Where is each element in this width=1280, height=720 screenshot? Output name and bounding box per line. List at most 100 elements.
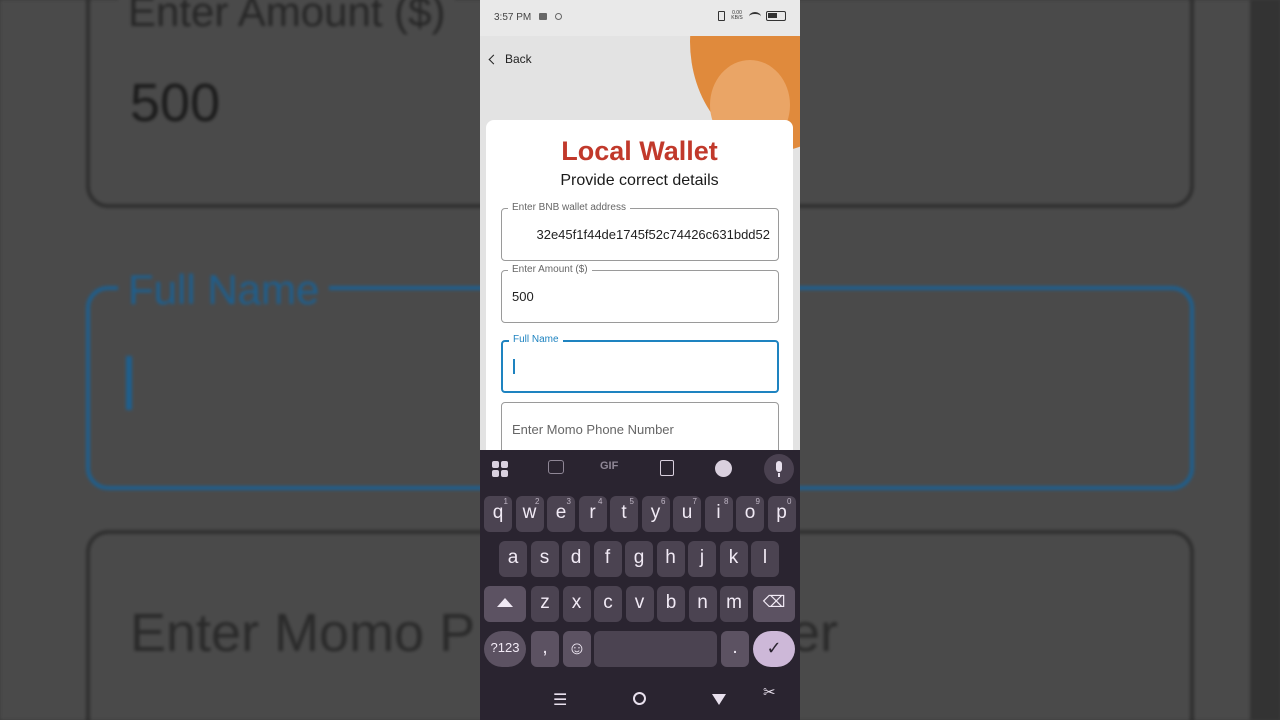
screen: Enter Amount ($) 500 Full Name Enter Mom…: [0, 0, 1280, 720]
back-label: Back: [505, 52, 532, 66]
backspace-key[interactable]: ⌫: [753, 586, 795, 622]
back-button[interactable]: Back: [486, 52, 532, 66]
momo-phone-placeholder: Enter Momo Phone Number: [512, 422, 674, 437]
key-letter: u: [681, 502, 693, 523]
key-v[interactable]: v: [625, 586, 654, 622]
key-p[interactable]: p0: [767, 496, 796, 532]
key-e[interactable]: e3: [547, 496, 575, 532]
bg-amount-value: 500: [130, 73, 221, 133]
key-t[interactable]: t5: [610, 496, 638, 532]
key-letter: r: [589, 502, 596, 523]
full-name-field[interactable]: Full Name: [501, 334, 779, 393]
shift-key[interactable]: [484, 586, 526, 622]
key-number-hint: 5: [629, 497, 634, 506]
key-c[interactable]: c: [594, 586, 622, 622]
system-nav-bar: ☰ ✂: [480, 680, 800, 720]
keyboard-toolbar: GIF: [480, 450, 800, 488]
chevron-left-icon: [488, 54, 499, 64]
status-time: 3:57 PM: [494, 12, 532, 23]
key-g[interactable]: g: [625, 541, 653, 577]
key-letter: o: [744, 502, 756, 523]
status-bar: 3:57 PM 0.00 KB/S: [480, 0, 800, 36]
key-h[interactable]: h: [656, 541, 685, 577]
backspace-icon: ⌫: [762, 594, 786, 611]
key-j[interactable]: j: [688, 541, 716, 577]
key-x[interactable]: x: [562, 586, 591, 622]
key-b[interactable]: b: [657, 586, 685, 622]
key-m[interactable]: m: [720, 586, 748, 622]
space-key[interactable]: [594, 631, 717, 667]
capcut-icon: ✂: [763, 684, 776, 701]
text-cursor: [513, 359, 515, 374]
home-icon[interactable]: [633, 692, 646, 705]
gif-button[interactable]: GIF: [600, 460, 618, 472]
key-w[interactable]: w2: [515, 496, 544, 532]
key-r[interactable]: r4: [578, 496, 607, 532]
phone-screen: 3:57 PM 0.00 KB/S Back Local Wallet Prov…: [480, 0, 800, 720]
wallet-address-label: Enter BNB wallet address: [508, 202, 630, 213]
battery-icon: [766, 11, 786, 21]
page-subtitle: Provide correct details: [560, 172, 719, 189]
vibrate-icon: [718, 11, 725, 21]
done-key[interactable]: ✓: [753, 631, 795, 667]
key-d[interactable]: d: [562, 541, 590, 577]
sticker-icon[interactable]: [548, 460, 564, 474]
key-letter: i: [716, 502, 721, 523]
bg-edge: [1250, 0, 1280, 720]
key-n[interactable]: n: [688, 586, 717, 622]
key-y[interactable]: y6: [641, 496, 670, 532]
wallet-address-field[interactable]: Enter BNB wallet address 32e45f1f44de174…: [501, 202, 779, 261]
key-o[interactable]: o9: [736, 496, 764, 532]
wifi-icon: [749, 11, 761, 21]
key-number-hint: 9: [755, 497, 760, 506]
wallet-form-card: Local Wallet Provide correct details Ent…: [486, 120, 793, 460]
recents-icon[interactable]: ☰: [553, 690, 567, 710]
key-number-hint: 1: [503, 497, 508, 506]
screen-record-icon: [539, 13, 547, 20]
key-l[interactable]: l: [751, 541, 779, 577]
key-number-hint: 6: [661, 497, 666, 506]
key-letter: q: [492, 502, 504, 523]
key-letter: p: [776, 502, 787, 523]
notification-dot-icon: [555, 13, 562, 20]
amount-label: Enter Amount ($): [508, 264, 592, 275]
amount-field[interactable]: Enter Amount ($) 500: [501, 264, 779, 323]
momo-phone-field[interactable]: Enter Momo Phone Number: [501, 402, 779, 455]
key-i[interactable]: i8: [704, 496, 733, 532]
emoji-key[interactable]: ☺: [563, 631, 591, 667]
bg-amount-label: Enter Amount ($): [118, 0, 456, 36]
key-number-hint: 7: [692, 497, 697, 506]
key-letter: e: [555, 502, 567, 523]
shift-arrow-icon: [497, 598, 513, 608]
symbols-key[interactable]: ?123: [484, 631, 526, 667]
back-triangle-icon[interactable]: [712, 694, 726, 705]
key-s[interactable]: s: [530, 541, 559, 577]
bg-cursor: [126, 356, 132, 410]
bg-fullname-label: Full Name: [118, 266, 330, 314]
palette-icon[interactable]: [715, 460, 732, 477]
status-icons: 0.00 KB/S: [718, 11, 786, 21]
key-u[interactable]: u7: [673, 496, 701, 532]
key-a[interactable]: a: [499, 541, 527, 577]
key-q[interactable]: q1: [484, 496, 512, 532]
wallet-address-value: 32e45f1f44de1745f52c74426c631bdd52: [536, 227, 770, 242]
key-number-hint: 2: [535, 497, 540, 506]
key-z[interactable]: z: [531, 586, 559, 622]
bg-momo-placeholder: Enter Momo P: [130, 603, 476, 663]
net-speed: 0.00 KB/S: [731, 10, 743, 21]
checkmark-icon: ✓: [766, 638, 782, 658]
key-k[interactable]: k: [719, 541, 748, 577]
period-key[interactable]: .: [721, 631, 749, 667]
microphone-icon[interactable]: [764, 454, 794, 484]
clipboard-icon[interactable]: [660, 460, 674, 476]
key-number-hint: 8: [724, 497, 729, 506]
apps-grid-icon[interactable]: [492, 461, 509, 478]
comma-key[interactable]: ,: [531, 631, 559, 667]
full-name-label: Full Name: [509, 334, 563, 345]
key-letter: t: [621, 502, 627, 523]
key-f[interactable]: f: [593, 541, 622, 577]
emoji-icon: ☺: [567, 638, 587, 658]
page-title: Local Wallet: [561, 136, 718, 166]
key-number-hint: 3: [566, 497, 571, 506]
key-number-hint: 0: [787, 497, 792, 506]
